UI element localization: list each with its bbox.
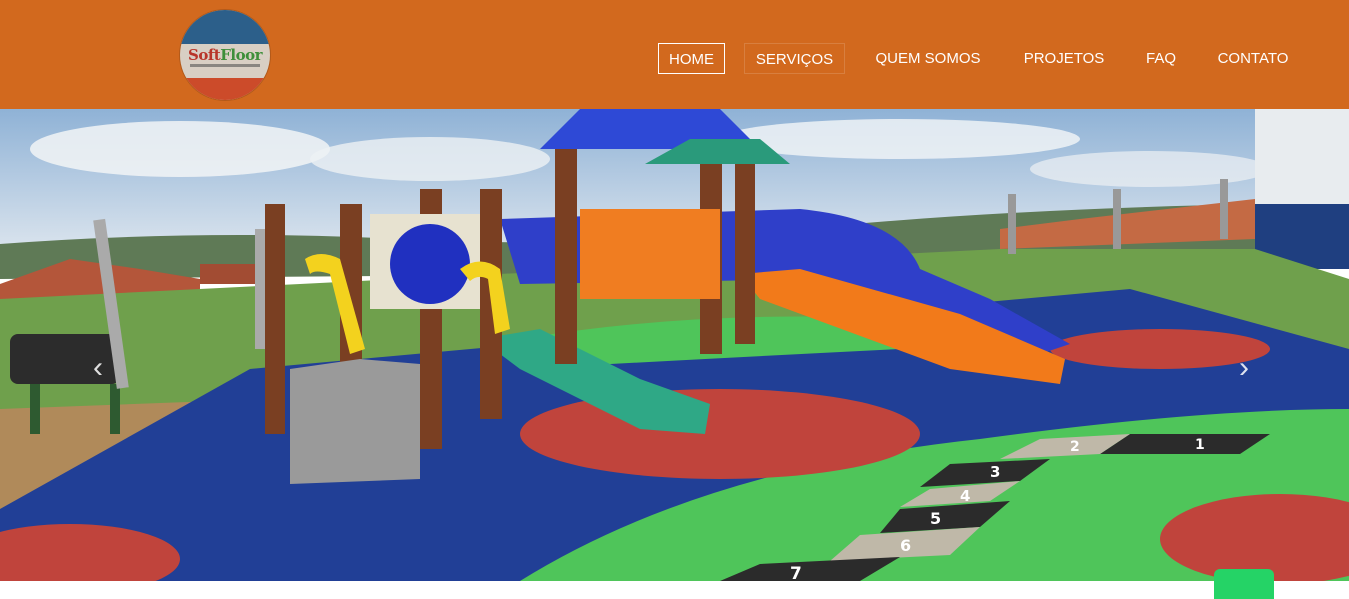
site-header: SoftFloor HOME SERVIÇOS QUEM SOMOS PROJE… [0,0,1349,109]
nav-servicos[interactable]: SERVIÇOS [744,43,845,74]
hopscotch-number: 7 [790,564,802,581]
hopscotch-number: 2 [1070,439,1080,455]
hero-image-playground: 1 2 3 4 5 6 7 [0,109,1349,581]
hopscotch-number: 5 [930,509,941,528]
carousel-next-button[interactable]: › [1239,353,1249,383]
logo[interactable]: SoftFloor [180,10,270,100]
nav-home[interactable]: HOME [658,43,725,74]
nav-projetos[interactable]: PROJETOS [1016,43,1112,74]
hopscotch-number: 1 [1195,437,1205,453]
hopscotch-number: 6 [900,536,911,555]
nav-faq[interactable]: FAQ [1140,43,1182,74]
logo-text: SoftFloor [188,46,262,64]
nav-quem-somos[interactable]: QUEM SOMOS [868,43,988,74]
hopscotch-number: 3 [990,463,1000,481]
hero-carousel: 1 2 3 4 5 6 7 ‹ › [0,109,1349,581]
carousel-prev-button[interactable]: ‹ [93,353,103,383]
whatsapp-icon[interactable] [1214,569,1274,599]
hopscotch-number: 4 [960,487,970,505]
nav-contato[interactable]: CONTATO [1210,43,1296,74]
